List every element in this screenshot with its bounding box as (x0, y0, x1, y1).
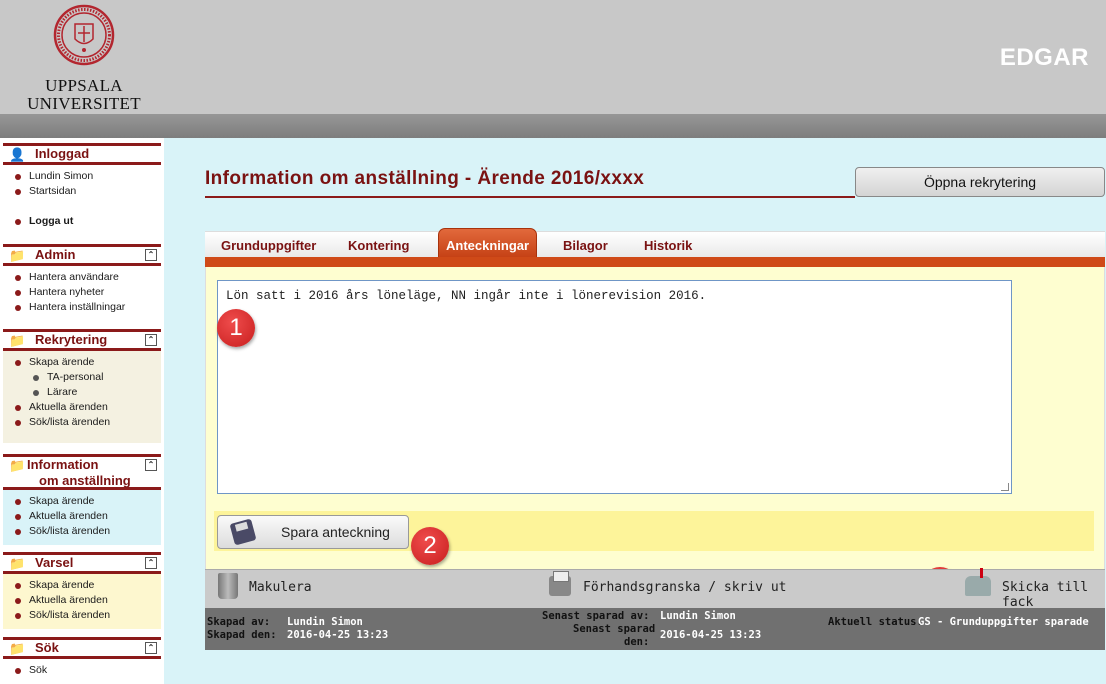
folder-icon: 📁 (9, 556, 26, 571)
university-logo[interactable]: UPPSALA UNIVERSITET (22, 4, 146, 113)
sidebar-item-create-case[interactable]: Skapa ärende (3, 494, 161, 509)
printer-icon[interactable] (549, 571, 571, 596)
send-to-union-button[interactable]: Skicka till fack (1002, 580, 1105, 610)
sidebar-item-create-case[interactable]: Skapa ärende (3, 355, 161, 370)
print-preview-button[interactable]: Förhandsgranska / skriv ut (583, 580, 787, 595)
floppy-disk-icon (229, 518, 257, 546)
sidebar-item-ta-personal[interactable]: TA-personal (3, 370, 161, 385)
folder-icon: 📁 (9, 248, 26, 263)
header: UPPSALA UNIVERSITET EDGAR (0, 0, 1106, 114)
saved-on-label: Senast sparad (573, 623, 656, 635)
tab-bar: Grunduppgifter Kontering Anteckningar Bi… (205, 228, 1105, 259)
panel-title: Rekrytering (35, 332, 108, 347)
folder-icon: 📁 (9, 458, 26, 473)
sidebar-item-logout[interactable]: Logga ut (3, 214, 161, 229)
sidebar: 👤 Inloggad Lundin Simon Startsidan Logga… (0, 138, 164, 684)
collapse-icon[interactable]: ⌃ (145, 334, 157, 346)
notes-text: Lön satt i 2016 års löneläge, NN ingår i… (226, 289, 707, 303)
panel-title-line-2: om anställning (39, 473, 131, 488)
sidebar-item-news[interactable]: Hantera nyheter (3, 285, 161, 300)
logo-line-2: UNIVERSITET (27, 94, 141, 113)
tab-bilagor[interactable]: Bilagor (563, 238, 608, 253)
resize-handle-icon[interactable] (1001, 483, 1009, 491)
sidebar-item-search[interactable]: Sök (3, 663, 161, 678)
sidebar-item-current-cases[interactable]: Aktuella ärenden (3, 400, 161, 415)
panel-sok: 📁 Sök ⌃ Sök (3, 637, 161, 684)
header-stripe (0, 114, 1106, 138)
sidebar-item-search-cases[interactable]: Sök/lista ärenden (3, 524, 161, 539)
created-on-label: Skapad den: (207, 629, 277, 641)
status-value: GS - Grunduppgifter sparade (918, 616, 1089, 628)
created-by-value: Lundin Simon (287, 616, 363, 628)
sidebar-item-current-cases[interactable]: Aktuella ärenden (3, 509, 161, 524)
folder-icon: 📁 (9, 333, 26, 348)
panel-header-varsel: 📁 Varsel ⌃ (3, 552, 161, 574)
sidebar-item-startsidan[interactable]: Startsidan (3, 184, 161, 199)
collapse-icon[interactable]: ⌃ (145, 249, 157, 261)
panel-rekrytering: 📁 Rekrytering ⌃ Skapa ärende TA-personal… (3, 329, 161, 443)
panel-information: 📁 Information om anställning ⌃ Skapa äre… (3, 454, 161, 545)
university-seal-icon (53, 4, 115, 66)
panel-title: Inloggad (35, 146, 90, 161)
sidebar-item-users[interactable]: Hantera användare (3, 270, 161, 285)
app-name: EDGAR (999, 44, 1089, 71)
open-recruitment-button[interactable]: Öppna rekrytering (855, 167, 1105, 197)
action-bar: Makulera Förhandsgranska / skriv ut Skic… (205, 568, 1105, 610)
panel-header-inloggad: 👤 Inloggad (3, 143, 161, 165)
tab-kontering[interactable]: Kontering (348, 238, 409, 253)
step-badge-2: 2 (411, 527, 449, 565)
panel-inloggad: 👤 Inloggad Lundin Simon Startsidan Logga… (3, 143, 161, 237)
save-note-label: Spara anteckning (281, 524, 390, 540)
panel-varsel: 📁 Varsel ⌃ Skapa ärende Aktuella ärenden… (3, 552, 161, 629)
step-badge-1: 1 (217, 309, 255, 347)
panel-title-line-1: Information (27, 457, 99, 472)
panel-header-admin: 📁 Admin ⌃ (3, 244, 161, 266)
sidebar-item-larare[interactable]: Lärare (3, 385, 161, 400)
tab-grunduppgifter[interactable]: Grunduppgifter (221, 238, 316, 253)
makulera-button[interactable]: Makulera (249, 580, 312, 595)
logo-line-1: UPPSALA (45, 76, 123, 95)
mailbox-icon[interactable] (965, 568, 991, 596)
panel-header-rekrytering: 📁 Rekrytering ⌃ (3, 329, 161, 351)
sidebar-item-search-cases[interactable]: Sök/lista ärenden (3, 608, 161, 623)
collapse-icon[interactable]: ⌃ (145, 642, 157, 654)
created-on-value: 2016-04-25 13:23 (287, 629, 389, 641)
tab-underline (205, 257, 1105, 267)
title-underline (205, 196, 855, 198)
user-icon: 👤 (9, 147, 26, 162)
saved-by-label: Senast sparad av: (542, 610, 650, 622)
sidebar-item-settings[interactable]: Hantera inställningar (3, 300, 161, 315)
page-title: Information om anställning - Ärende 2016… (205, 168, 645, 189)
folder-icon: 📁 (9, 641, 26, 656)
created-by-label: Skapad av: (207, 616, 271, 628)
tab-anteckningar[interactable]: Anteckningar (438, 228, 538, 259)
sidebar-item-user[interactable]: Lundin Simon (3, 169, 161, 184)
saved-on-label-2: den: (624, 636, 650, 648)
collapse-icon[interactable]: ⌃ (145, 557, 157, 569)
saved-on-value: 2016-04-25 13:23 (660, 629, 762, 641)
panel-header-information: 📁 Information om anställning ⌃ (3, 454, 161, 490)
tab-historik[interactable]: Historik (644, 238, 692, 253)
sidebar-item-create-case[interactable]: Skapa ärende (3, 578, 161, 593)
panel-title: Admin (35, 247, 76, 262)
panel-header-sok: 📁 Sök ⌃ (3, 637, 161, 659)
status-label: Aktuell status: (828, 616, 923, 628)
collapse-icon[interactable]: ⌃ (145, 459, 157, 471)
sidebar-item-current-cases[interactable]: Aktuella ärenden (3, 593, 161, 608)
trash-icon[interactable] (218, 573, 238, 599)
sidebar-item-search-cases[interactable]: Sök/lista ärenden (3, 415, 161, 430)
saved-by-value: Lundin Simon (660, 610, 736, 622)
panel-admin: 📁 Admin ⌃ Hantera användare Hantera nyhe… (3, 244, 161, 321)
panel-title: Varsel (35, 555, 74, 570)
info-bar: Skapad av: Lundin Simon Skapad den: 2016… (205, 608, 1105, 650)
notes-textarea[interactable]: Lön satt i 2016 års löneläge, NN ingår i… (217, 280, 1012, 494)
panel-title: Sök (35, 640, 59, 655)
save-note-button[interactable]: Spara anteckning (217, 515, 409, 549)
